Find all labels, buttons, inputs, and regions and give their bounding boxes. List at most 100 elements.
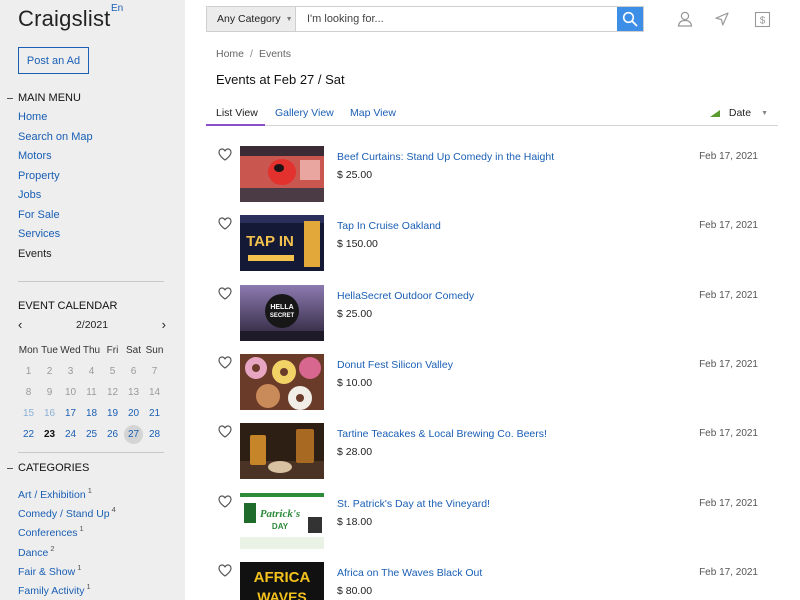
heart-icon[interactable] (218, 564, 232, 577)
svg-text:AFRICA: AFRICA (254, 569, 311, 586)
category-item[interactable]: Dance 2 (18, 541, 116, 560)
calendar-day[interactable]: 25 (81, 424, 102, 445)
category-item[interactable]: Fair & Show 1 (18, 560, 116, 579)
weekday-label: Tue (41, 345, 58, 356)
category-count: 1 (77, 562, 82, 572)
category-label: Art / Exhibition (18, 489, 86, 501)
event-row: TAP IN Tap In Cruise Oakland $ 150.00 Feb 1… (216, 215, 758, 272)
event-row: Tartine Teacakes & Local Brewing Co. Bee… (216, 423, 758, 480)
category-count: 4 (111, 505, 116, 515)
event-thumbnail[interactable] (240, 146, 324, 202)
sidebar: Craigslist En Post an Ad MAIN MENU Home … (0, 0, 185, 600)
event-thumbnail[interactable] (240, 353, 324, 410)
tab-list-view[interactable]: List View (216, 107, 258, 119)
event-price: $ 150.00 (337, 238, 378, 251)
svg-text:DAY: DAY (272, 522, 289, 531)
calendar-day[interactable]: 17 (60, 403, 81, 424)
dollar-icon[interactable]: $ (753, 10, 771, 28)
menu-item-events[interactable]: Events (18, 247, 93, 267)
event-date: Feb 17, 2021 (699, 220, 758, 232)
menu-item-home[interactable]: Home (18, 110, 93, 130)
search-button[interactable] (617, 7, 643, 31)
heart-icon[interactable] (218, 148, 232, 161)
event-thumbnail[interactable]: AFRICA WAVES (240, 561, 324, 600)
event-title[interactable]: Tap In Cruise Oakland (337, 220, 441, 232)
calendar-day: 9 (46, 387, 53, 398)
heart-icon[interactable] (218, 494, 232, 508)
heart-icon[interactable] (218, 217, 232, 230)
event-thumbnail[interactable]: Patrick's DAY (240, 492, 324, 549)
event-title[interactable]: HellaSecret Outdoor Comedy (337, 290, 474, 302)
user-icon[interactable] (676, 10, 694, 28)
category-select[interactable]: Any Category ▼ (207, 7, 296, 31)
category-count: 1 (79, 524, 84, 534)
event-title[interactable]: St. Patrick's Day at the Vineyard! (337, 498, 490, 510)
category-label: Conferences (18, 527, 78, 540)
calendar-day: 12 (106, 387, 119, 398)
tab-gallery-view[interactable]: Gallery View (275, 107, 334, 119)
collapse-icon (7, 467, 13, 469)
category-label: Dance (18, 546, 49, 559)
post-ad-button[interactable]: Post an Ad (18, 47, 89, 74)
calendar-day: 2 (46, 366, 53, 377)
main-menu-title: MAIN MENU (18, 92, 81, 104)
menu-item-jobs[interactable]: Jobs (18, 188, 93, 208)
heart-icon[interactable] (218, 425, 232, 438)
event-date: Feb 17, 2021 (699, 289, 758, 301)
category-count: 1 (86, 581, 91, 591)
location-arrow-icon[interactable] (713, 10, 731, 28)
event-price: $ 10.00 (337, 376, 373, 389)
breadcrumb-home[interactable]: Home (216, 48, 244, 60)
categories-heading[interactable]: CATEGORIES (7, 462, 89, 474)
sidebar-divider (18, 452, 164, 453)
sort-select[interactable]: Date ▼ (709, 107, 768, 119)
event-title[interactable]: Donut Fest Silicon Valley (337, 359, 453, 371)
menu-item-search-on-map[interactable]: Search on Map (18, 130, 93, 150)
calendar-day[interactable]: 28 (144, 424, 165, 445)
main-menu-heading[interactable]: MAIN MENU (7, 92, 81, 104)
event-price: $ 25.00 (337, 307, 373, 320)
site-logo[interactable]: Craigslist (18, 6, 110, 32)
chevron-right-icon[interactable]: › (162, 317, 166, 332)
breadcrumb-events[interactable]: Events (259, 48, 291, 60)
caret-down-icon: ▼ (285, 15, 293, 23)
menu-item-motors[interactable]: Motors (18, 149, 93, 169)
category-item[interactable]: Comedy / Stand Up 4 (18, 502, 116, 521)
calendar-day: 3 (67, 366, 74, 377)
menu-item-services[interactable]: Services (18, 227, 93, 247)
tab-map-view[interactable]: Map View (350, 107, 396, 119)
calendar-day[interactable]: 19 (102, 403, 123, 424)
event-thumbnail[interactable]: HELLA SECRET (240, 284, 324, 341)
event-thumbnail[interactable]: TAP IN (240, 215, 324, 272)
event-title[interactable]: Beef Curtains: Stand Up Comedy in the Ha… (337, 151, 554, 163)
calendar-month: 2/2021 (75, 319, 109, 331)
menu-item-property[interactable]: Property (18, 169, 93, 189)
calendar-day: 13 (127, 387, 140, 398)
calendar-day[interactable]: 26 (102, 424, 123, 445)
event-title[interactable]: Africa on The Waves Black Out (337, 567, 482, 579)
category-item[interactable]: Family Activity 1 (18, 579, 116, 598)
search-bar: Any Category ▼ (206, 6, 644, 32)
svg-text:TAP IN: TAP IN (246, 233, 294, 250)
event-title[interactable]: Tartine Teacakes & Local Brewing Co. Bee… (337, 428, 547, 440)
calendar-day[interactable]: 27 (124, 425, 143, 444)
search-icon (622, 11, 638, 27)
category-item[interactable]: Conferences 1 (18, 521, 116, 540)
calendar-day[interactable]: 22 (18, 424, 39, 445)
search-input[interactable] (297, 7, 617, 31)
calendar-day[interactable]: 21 (144, 403, 165, 424)
calendar-day[interactable]: 20 (123, 403, 144, 424)
heart-icon[interactable] (218, 356, 232, 369)
event-date: Feb 17, 2021 (699, 358, 758, 370)
heart-icon[interactable] (218, 286, 232, 300)
svg-text:$: $ (759, 15, 765, 26)
language-switch[interactable]: En (111, 3, 123, 14)
calendar-day[interactable]: 24 (60, 424, 81, 445)
category-item[interactable]: Art / Exhibition 1 (18, 483, 116, 502)
menu-item-for-sale[interactable]: For Sale (18, 208, 93, 228)
event-thumbnail[interactable] (240, 423, 324, 480)
calendar-day[interactable]: 18 (81, 403, 102, 424)
weekday-label: Wed (60, 345, 81, 356)
event-price: $ 18.00 (337, 515, 373, 528)
calendar-day: 7 (151, 366, 158, 377)
